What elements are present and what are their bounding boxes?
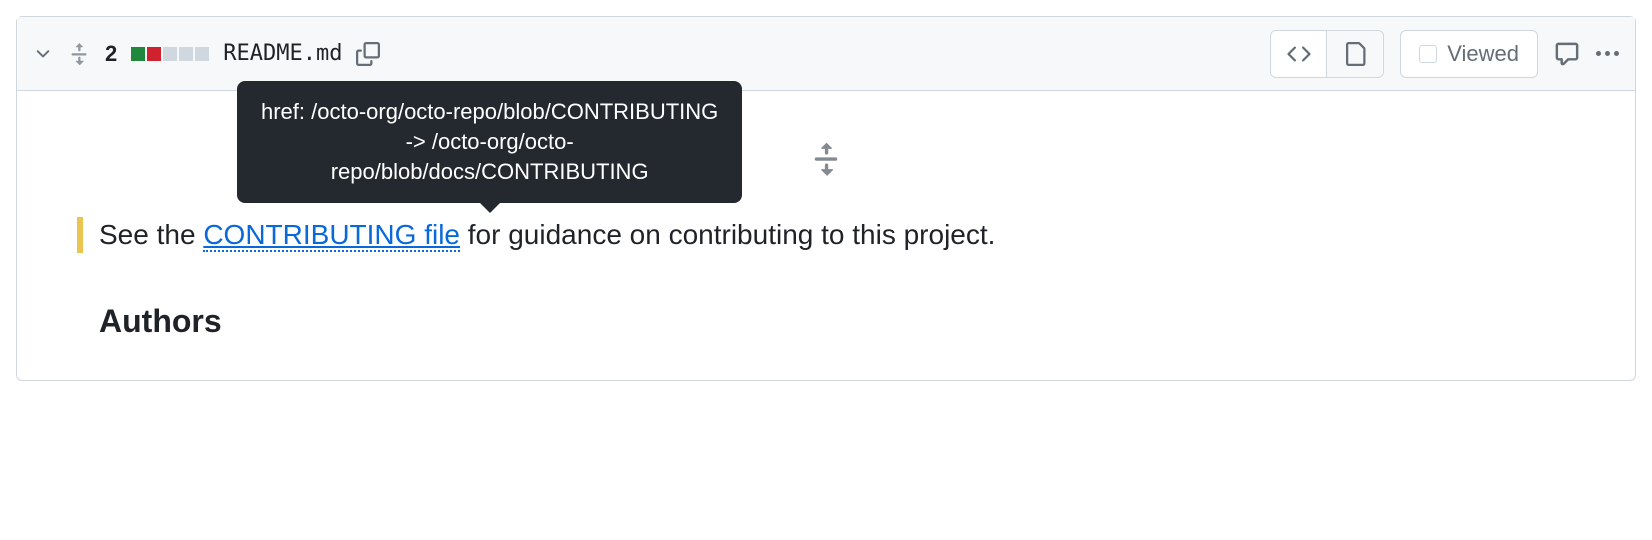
- contributing-link[interactable]: CONTRIBUTING file: [203, 219, 460, 252]
- diff-text: href: /octo-org/octo-repo/blob/CONTRIBUT…: [99, 217, 995, 253]
- tooltip-line: repo/blob/docs/CONTRIBUTING: [261, 157, 718, 187]
- diff-stat-blocks: [131, 47, 209, 61]
- viewed-checkbox: [1419, 45, 1437, 63]
- diff-block-added: [131, 47, 145, 61]
- file-diff-container: 2 README.md: [16, 16, 1636, 381]
- filename[interactable]: README.md: [223, 41, 342, 66]
- diff-block-neutral: [179, 47, 193, 61]
- diff-line: href: /octo-org/octo-repo/blob/CONTRIBUT…: [77, 217, 1575, 253]
- diff-block-neutral: [195, 47, 209, 61]
- comment-icon[interactable]: [1554, 41, 1580, 67]
- copy-icon[interactable]: [356, 42, 380, 66]
- diff-content: href: /octo-org/octo-repo/blob/CONTRIBUT…: [17, 91, 1635, 380]
- chevron-down-icon[interactable]: [33, 44, 53, 64]
- viewed-toggle[interactable]: Viewed: [1400, 30, 1538, 78]
- viewed-label: Viewed: [1447, 41, 1519, 67]
- rendered-view-button[interactable]: [1327, 31, 1383, 77]
- diff-block-removed: [147, 47, 161, 61]
- kebab-menu-icon[interactable]: [1596, 51, 1619, 56]
- diff-block-neutral: [163, 47, 177, 61]
- tooltip-line: -> /octo-org/octo-: [261, 127, 718, 157]
- text-suffix: for guidance on contributing to this pro…: [460, 219, 995, 250]
- source-view-button[interactable]: [1271, 31, 1327, 77]
- href-diff-tooltip: href: /octo-org/octo-repo/blob/CONTRIBUT…: [237, 81, 742, 203]
- header-left: 2 README.md: [33, 41, 380, 67]
- expand-icon[interactable]: [67, 42, 91, 66]
- file-header: 2 README.md: [17, 17, 1635, 91]
- header-right: Viewed: [1270, 30, 1619, 78]
- view-toggle: [1270, 30, 1384, 78]
- code-icon: [1287, 42, 1311, 66]
- diff-change-marker: [77, 217, 83, 253]
- authors-heading: Authors: [99, 303, 1575, 340]
- file-icon: [1343, 42, 1367, 66]
- tooltip-line: href: /octo-org/octo-repo/blob/CONTRIBUT…: [261, 97, 718, 127]
- line-count: 2: [105, 41, 117, 67]
- text-prefix: See the: [99, 219, 203, 250]
- unfold-icon: [808, 141, 844, 177]
